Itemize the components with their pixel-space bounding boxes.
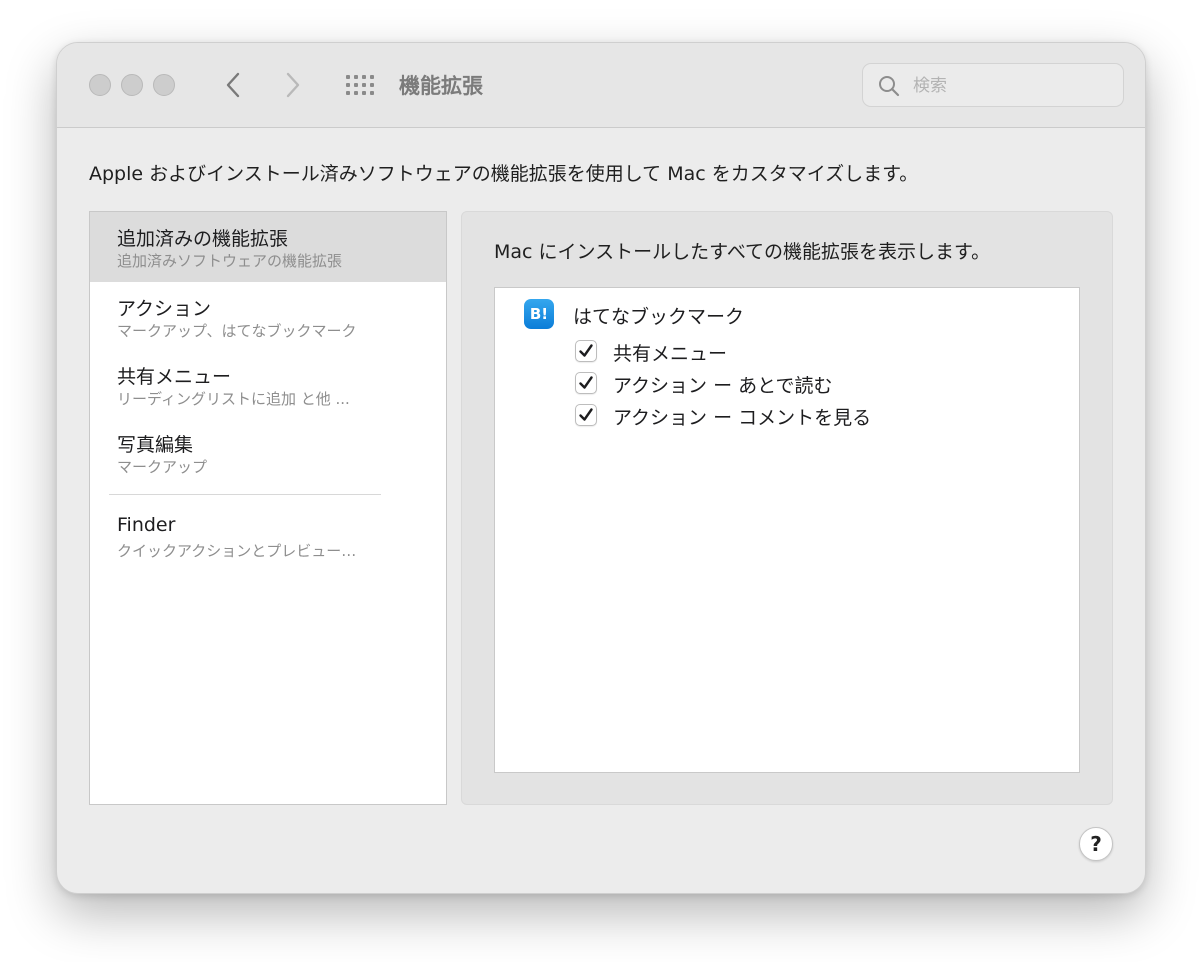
sidebar-item-subtitle: クイックアクションとプレビュー…	[117, 542, 357, 560]
search-field[interactable]	[862, 63, 1124, 107]
extension-label: 共有メニュー	[613, 343, 728, 365]
sidebar-item-title: アクション	[117, 298, 212, 320]
sidebar-item-finder[interactable]: Finder クイックアクションとプレビュー…	[90, 502, 446, 572]
minimize-window-button[interactable]	[121, 74, 143, 96]
sidebar-item-added-extensions[interactable]: 追加済みの機能拡張 追加済みソフトウェアの機能拡張	[90, 212, 446, 282]
close-window-button[interactable]	[89, 74, 111, 96]
sidebar-item-subtitle: マークアップ、はてなブックマーク	[117, 322, 357, 340]
sidebar-item-title: Finder	[117, 514, 176, 536]
help-button[interactable]: ?	[1079, 827, 1113, 861]
system-preferences-window: 機能拡張 Apple およびインストール済みソフトウェアの機能拡張を使用して M…	[56, 42, 1146, 894]
extension-label: アクション ー あとで読む	[613, 375, 833, 397]
extension-category-list: 追加済みの機能拡張 追加済みソフトウェアの機能拡張 アクション マークアップ、は…	[89, 211, 447, 805]
app-name: はてなブックマーク	[573, 306, 745, 328]
sidebar-item-title: 写真編集	[117, 434, 194, 456]
extension-list: B! はてなブックマーク 共有メニュー アクション ー あとで読む アクション …	[494, 287, 1080, 773]
checkmark-icon	[579, 408, 593, 421]
window-title: 機能拡張	[399, 74, 483, 98]
sidebar-item-share-menu[interactable]: 共有メニュー リーディングリストに追加 と他 ...	[90, 350, 446, 420]
sidebar-item-actions[interactable]: アクション マークアップ、はてなブックマーク	[90, 282, 446, 352]
title-bar: 機能拡張	[57, 43, 1145, 128]
zoom-window-button[interactable]	[153, 74, 175, 96]
forward-button[interactable]	[275, 65, 311, 105]
extension-checkbox[interactable]	[575, 340, 597, 362]
show-all-grid-icon[interactable]	[343, 73, 377, 97]
search-icon	[879, 76, 900, 97]
extension-detail-panel: Mac にインストールしたすべての機能拡張を表示します。 B! はてなブックマー…	[461, 211, 1113, 805]
panel-description: Mac にインストールしたすべての機能拡張を表示します。	[494, 241, 991, 263]
hatena-bookmark-app-icon: B!	[524, 299, 554, 329]
sidebar-item-subtitle: 追加済みソフトウェアの機能拡張	[117, 252, 343, 270]
chevron-left-icon	[226, 72, 240, 98]
sidebar-item-title: 共有メニュー	[117, 366, 232, 388]
extension-checkbox[interactable]	[575, 404, 597, 426]
sidebar-item-subtitle: リーディングリストに追加 と他 ...	[117, 390, 350, 408]
sidebar-item-title: 追加済みの機能拡張	[117, 228, 289, 250]
checkmark-icon	[579, 344, 593, 357]
search-input[interactable]	[911, 72, 1115, 100]
sidebar-item-photo-editing[interactable]: 写真編集 マークアップ	[90, 418, 446, 488]
extension-checkbox[interactable]	[575, 372, 597, 394]
back-button[interactable]	[215, 65, 251, 105]
chevron-right-icon	[286, 72, 300, 98]
page-description: Apple およびインストール済みソフトウェアの機能拡張を使用して Mac をカ…	[89, 163, 919, 185]
sidebar-item-subtitle: マークアップ	[117, 458, 208, 476]
checkmark-icon	[579, 376, 593, 389]
extension-label: アクション ー コメントを見る	[613, 407, 872, 429]
sidebar-divider	[109, 494, 381, 495]
